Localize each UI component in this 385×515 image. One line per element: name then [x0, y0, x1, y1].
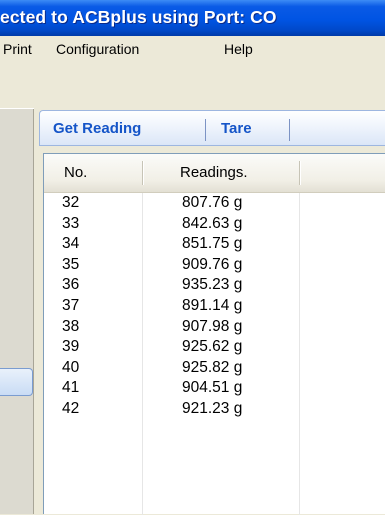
cell-number: 36	[62, 276, 80, 294]
table-row[interactable]: 40 925.82 g	[44, 358, 385, 379]
window-title: ected to ACBplus using Port: CO	[0, 7, 277, 27]
table-row[interactable]: 32 807.76 g	[44, 193, 385, 214]
cell-number: 33	[62, 214, 80, 232]
column-header-readings[interactable]: Readings.	[180, 154, 248, 192]
cell-number: 42	[62, 399, 80, 417]
toolbar-separator	[205, 119, 206, 141]
column-divider-highlight	[300, 161, 301, 185]
menu-configuration[interactable]: Configuration	[56, 41, 139, 57]
cell-number: 34	[62, 235, 80, 253]
left-panel-tab[interactable]	[0, 368, 33, 396]
table-row[interactable]: 35 909.76 g	[44, 255, 385, 276]
left-panel-body	[0, 108, 34, 514]
cell-number: 37	[62, 296, 80, 314]
cell-reading: 851.75 g	[182, 235, 243, 253]
table-row[interactable]: 42 921.23 g	[44, 399, 385, 420]
left-panel-divider	[0, 108, 34, 109]
cell-reading: 925.82 g	[182, 358, 243, 376]
column-divider-highlight	[143, 161, 144, 185]
left-panel	[0, 62, 36, 514]
table-row[interactable]: 38 907.98 g	[44, 317, 385, 338]
menu-bar: Print Configuration Help	[0, 36, 385, 62]
cell-reading: 842.63 g	[182, 214, 243, 232]
cell-number: 35	[62, 255, 80, 273]
table-row[interactable]: 36 935.23 g	[44, 275, 385, 296]
tare-button[interactable]: Tare	[221, 120, 252, 137]
table-row[interactable]: 41 904.51 g	[44, 378, 385, 399]
get-reading-button[interactable]: Get Reading	[53, 120, 141, 137]
command-toolbar: Get Reading Tare	[39, 110, 385, 146]
menu-help[interactable]: Help	[224, 41, 253, 57]
cell-reading: 935.23 g	[182, 276, 243, 294]
cell-number: 32	[62, 194, 80, 211]
title-bar[interactable]: ected to ACBplus using Port: CO	[0, 0, 385, 36]
readings-list[interactable]: No. Readings. 32 807.76 g 33 842.63 g 34 851.…	[43, 153, 385, 515]
cell-number: 40	[62, 358, 80, 376]
table-row[interactable]: 39 925.62 g	[44, 337, 385, 358]
table-row[interactable]: 37 891.14 g	[44, 296, 385, 317]
table-row[interactable]: 33 842.63 g	[44, 214, 385, 235]
cell-number: 38	[62, 317, 80, 335]
cell-reading: 891.14 g	[182, 296, 243, 314]
cell-reading: 925.62 g	[182, 338, 243, 356]
cell-reading: 909.76 g	[182, 255, 243, 273]
table-row[interactable]: 34 851.75 g	[44, 234, 385, 255]
menu-print[interactable]: Print	[3, 41, 32, 57]
cell-number: 41	[62, 379, 80, 397]
list-body: 32 807.76 g 33 842.63 g 34 851.75 g 35 909.76 g…	[44, 193, 385, 420]
toolbar-separator	[289, 119, 290, 141]
cell-number: 39	[62, 338, 80, 356]
column-header-no[interactable]: No.	[64, 154, 87, 192]
cell-reading: 807.76 g	[182, 194, 243, 211]
cell-reading: 904.51 g	[182, 379, 243, 397]
list-header: No. Readings.	[44, 154, 385, 193]
cell-reading: 907.98 g	[182, 317, 243, 335]
cell-reading: 921.23 g	[182, 399, 243, 417]
